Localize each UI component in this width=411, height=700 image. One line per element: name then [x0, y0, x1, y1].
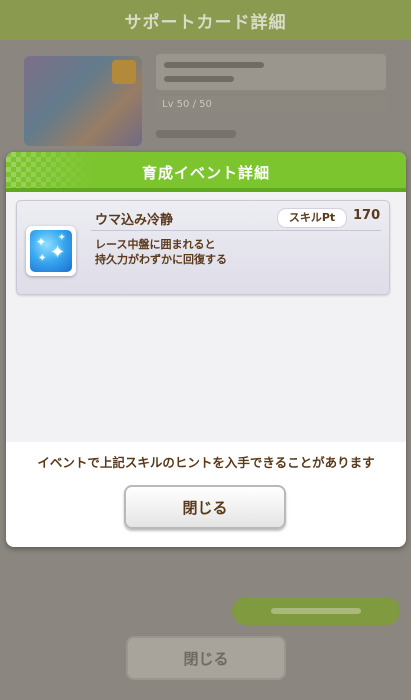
skill-description-line2: 持久力がわずかに回復する: [95, 253, 227, 266]
card-type-badge: [112, 60, 136, 84]
background-label: [156, 130, 236, 138]
background-title: サポートカード詳細: [124, 12, 287, 33]
card-name-box: [156, 54, 386, 90]
skill-divider: [91, 230, 381, 231]
skill-name: ウマ込み冷静: [95, 213, 174, 228]
background-header: サポートカード詳細: [0, 0, 411, 40]
modal-header: 育成イベント詳細: [6, 152, 406, 192]
skill-card[interactable]: ✦ ✦ ✦ ✦ ウマ込み冷静 スキルPt 170 レース中盤に囲まれると 持久力…: [16, 200, 390, 295]
skill-description: レース中盤に囲まれると 持久力がわずかに回復する: [95, 237, 227, 267]
skill-pt-label: スキルPt: [277, 208, 347, 228]
skill-description-line1: レース中盤に囲まれると: [95, 238, 216, 251]
card-level: Lv 50 / 50: [156, 96, 386, 114]
sparkle-skill-icon: ✦ ✦ ✦ ✦: [30, 230, 72, 272]
background-green-button: [232, 597, 400, 625]
modal-title: 育成イベント詳細: [141, 163, 270, 182]
modal-body: ✦ ✦ ✦ ✦ ウマ込み冷静 スキルPt 170 レース中盤に囲まれると 持久力…: [6, 192, 406, 442]
hint-text: イベントで上記スキルのヒントを入手できることがあります: [37, 455, 375, 470]
skill-pt-value: 170: [353, 208, 381, 223]
skill-icon-frame: ✦ ✦ ✦ ✦: [26, 226, 76, 276]
background-close-button: 閉じる: [126, 636, 286, 680]
close-button[interactable]: 閉じる: [124, 485, 286, 529]
event-detail-modal: 育成イベント詳細 ✦ ✦ ✦ ✦ ウマ込み冷静 スキルPt 170 レース中盤に…: [6, 152, 406, 547]
